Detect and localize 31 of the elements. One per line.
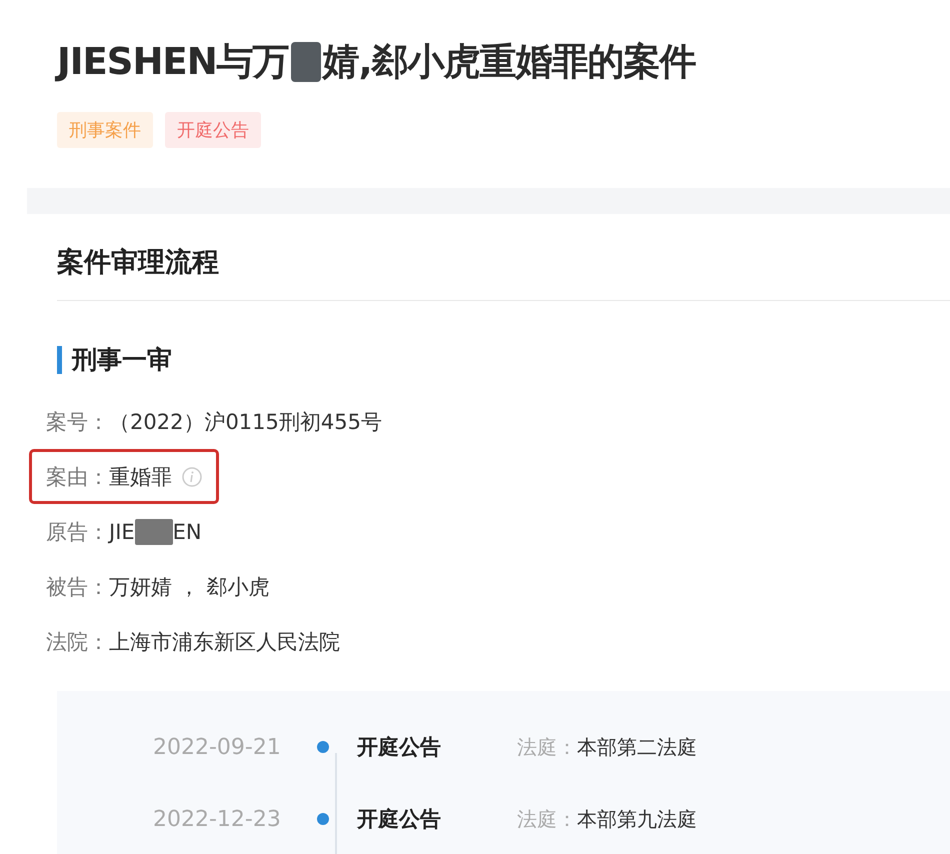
field-label: 案号：: [46, 408, 109, 436]
page-title: JIESHEN与万: [57, 37, 289, 87]
field-value: 重婚罪: [109, 464, 172, 490]
category-tag: 刑事案件: [57, 112, 153, 148]
field-label: 法院：: [46, 628, 109, 656]
detail-label: 法庭：: [517, 734, 577, 760]
field-value: 万妍婧 ， 郄小虎: [109, 574, 270, 600]
stage-title: 刑事一审: [72, 344, 172, 376]
accent-bar: [57, 346, 62, 374]
page-title: 婧,郄小虎重婚罪的案件: [322, 39, 696, 85]
event-date: 2022-09-21: [153, 734, 282, 760]
event-title: 开庭公告: [357, 806, 442, 833]
field-value: 上海市浦东新区人民法院: [109, 628, 340, 656]
field-label: 被告：: [46, 574, 109, 600]
timeline-dot: [317, 741, 329, 753]
info-icon[interactable]: [182, 466, 202, 486]
redaction-mark: [290, 42, 321, 82]
event-date: 2022-12-23: [153, 806, 282, 832]
section-title: 案件审理流程: [57, 214, 950, 301]
field-value: （2022）沪0115刑初455号: [109, 408, 382, 436]
redaction-mark: [134, 518, 173, 544]
category-tag: 开庭公告: [165, 112, 261, 148]
field-label: 原告：: [46, 518, 109, 546]
event-title: 开庭公告: [357, 734, 442, 761]
detail-label: 法庭：: [517, 806, 577, 832]
timeline-dot: [317, 813, 329, 825]
detail-value: 本部第二法庭: [577, 734, 697, 760]
field-value: EN: [172, 520, 202, 544]
field-label: 案由：: [46, 464, 109, 490]
detail-value: 本部第九法庭: [577, 806, 697, 832]
field-value: JIE: [109, 520, 135, 544]
